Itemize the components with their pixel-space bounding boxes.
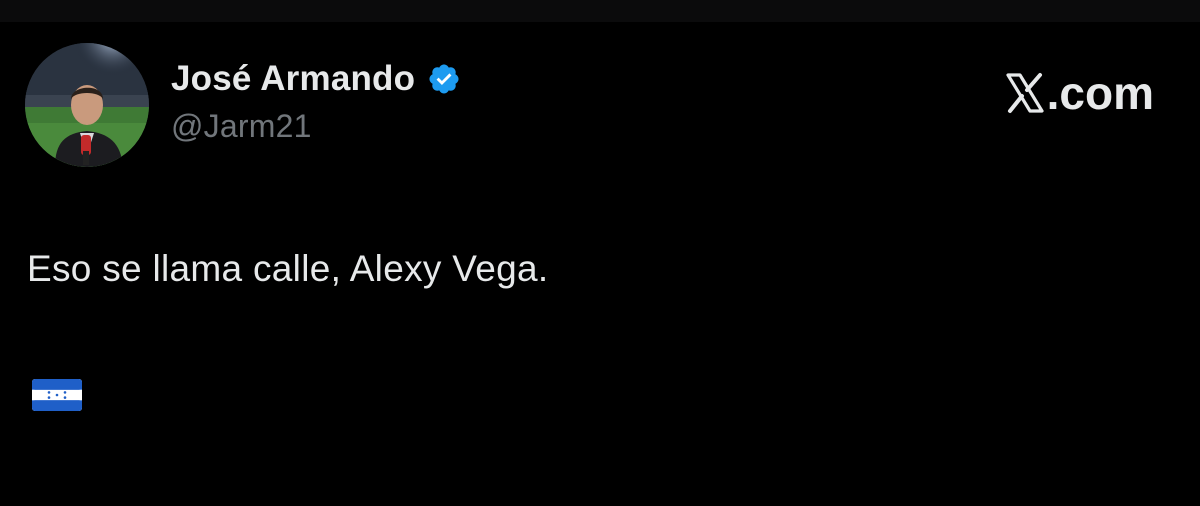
- tweet-text: Eso se llama calle, Alexy Vega.: [27, 248, 549, 289]
- author-block: José Armando @Jarm21: [171, 58, 461, 145]
- brand-logo: .com: [1005, 66, 1154, 120]
- brand-text: .com: [1046, 67, 1154, 119]
- avatar[interactable]: [25, 43, 149, 167]
- honduras-flag-icon: [32, 379, 82, 411]
- top-strip: [0, 0, 1200, 22]
- x-logo-icon: [1006, 73, 1044, 113]
- user-handle[interactable]: @Jarm21: [171, 108, 461, 145]
- verified-badge-icon[interactable]: [427, 62, 461, 96]
- display-name[interactable]: José Armando: [171, 59, 415, 99]
- avatar-image: [25, 43, 149, 167]
- tweet-card: José Armando @Jarm21 .com Eso se llama c…: [0, 22, 1200, 506]
- name-row: José Armando: [171, 58, 461, 100]
